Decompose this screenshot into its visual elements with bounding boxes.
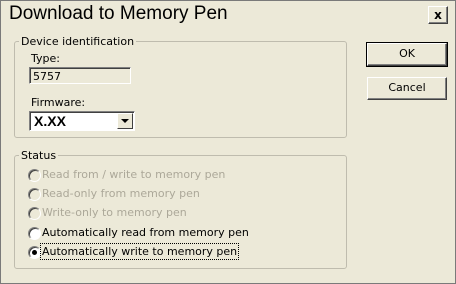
- device-identification-legend: Device identification: [21, 35, 135, 48]
- type-field: 5757: [29, 67, 131, 84]
- firmware-label: Firmware:: [31, 96, 86, 109]
- radio-label-read-only: Read-only from memory pen: [42, 187, 200, 200]
- ok-button[interactable]: OK: [366, 42, 448, 67]
- radio-button: [28, 169, 41, 182]
- radio-label-auto-write: Automatically write to memory pen: [39, 243, 240, 260]
- close-button[interactable]: x: [428, 6, 448, 24]
- radio-label-write-only: Write-only to memory pen: [42, 206, 187, 219]
- radio-button: [28, 188, 41, 201]
- radio-label-read-write: Read from / write to memory pen: [42, 168, 226, 181]
- radio-label-auto-read: Automatically read from memory pen: [42, 226, 249, 239]
- cancel-button[interactable]: Cancel: [367, 77, 447, 100]
- radio-button: [28, 207, 41, 220]
- type-label: Type:: [31, 52, 60, 65]
- chevron-down-icon: [121, 119, 129, 123]
- firmware-select[interactable]: X.XX: [29, 111, 135, 131]
- title-bar: Download to Memory Pen x: [1, 1, 455, 28]
- firmware-value: X.XX: [34, 113, 66, 129]
- dialog-title: Download to Memory Pen: [9, 3, 228, 24]
- download-dialog: Download to Memory Pen x Device identifi…: [0, 0, 456, 284]
- firmware-dropdown-button[interactable]: [117, 113, 133, 129]
- radio-button-selected: [28, 246, 41, 259]
- status-legend: Status: [21, 149, 57, 162]
- close-icon: x: [434, 8, 442, 22]
- radio-button: [28, 227, 41, 240]
- radio-dot-icon: [32, 250, 37, 255]
